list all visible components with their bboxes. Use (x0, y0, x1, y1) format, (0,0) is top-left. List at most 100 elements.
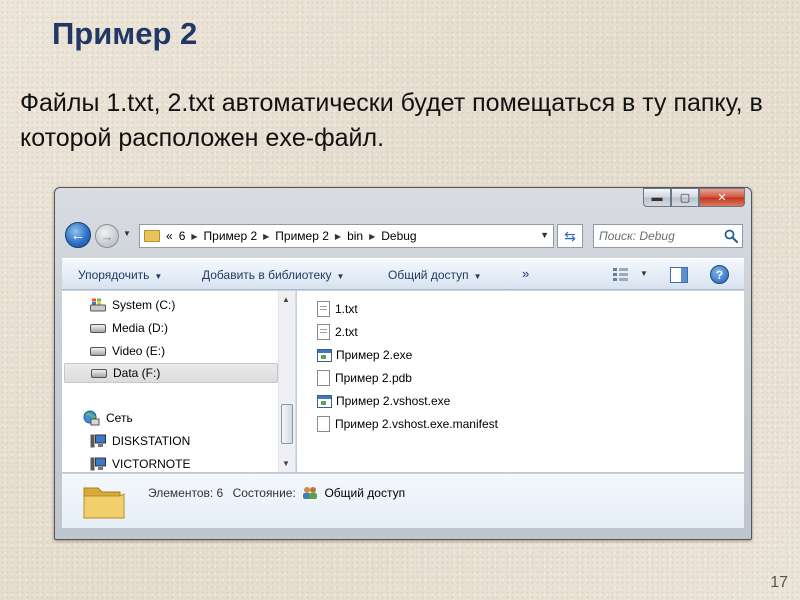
share-label: Общий доступ (388, 268, 469, 282)
breadcrumb-segment[interactable]: 6 (179, 229, 186, 243)
organize-button[interactable]: Упорядочить ▼ (78, 268, 162, 282)
window-controls: ▬ ▢ ✕ (643, 188, 745, 207)
breadcrumb-separator-icon[interactable]: ▶ (335, 232, 341, 241)
share-button[interactable]: Общий доступ ▼ (388, 268, 482, 282)
back-button[interactable]: ← (65, 222, 91, 248)
breadcrumb-segment[interactable]: Пример 2 (204, 229, 258, 243)
help-button[interactable]: ? (710, 265, 729, 284)
file-item[interactable]: Пример 2.vshost.exe (317, 391, 450, 411)
navigation-scrollbar[interactable]: ▲ ▼ (278, 291, 295, 472)
state-value: Общий доступ (324, 486, 406, 500)
details-pane: Элементов: 6 Состояние: Общий доступ (62, 473, 744, 528)
minimize-button[interactable]: ▬ (643, 188, 671, 207)
organize-label: Упорядочить (78, 268, 150, 282)
computer-icon (90, 434, 106, 448)
scroll-thumb[interactable] (281, 404, 293, 444)
details-summary: Элементов: 6 Состояние: Общий доступ (148, 486, 405, 500)
refresh-icon: ⇆ (564, 227, 576, 244)
address-dropdown-icon[interactable]: ▼ (540, 230, 549, 240)
file-name: Пример 2.vshost.exe (336, 394, 451, 408)
slide-title: Пример 2 (52, 16, 198, 51)
shared-users-icon (303, 487, 318, 499)
forward-button[interactable]: → (95, 224, 119, 248)
file-name: 1.txt (335, 302, 358, 316)
slide-text: Файлы 1.txt, 2.txt автоматически будет п… (20, 89, 763, 152)
page-number: 17 (770, 574, 788, 591)
address-row: ← → ▼ « 6 ▶ Пример 2 ▶ Пример 2 ▶ bin ▶ … (63, 220, 743, 250)
search-input[interactable]: Поиск: Debug (593, 224, 743, 248)
hard-drive-icon (90, 323, 106, 333)
executable-file-icon (317, 348, 332, 362)
arrow-right-icon: → (100, 228, 114, 244)
breadcrumb-separator-icon[interactable]: ▶ (369, 232, 375, 241)
hard-drive-icon (91, 368, 107, 378)
generic-file-icon (317, 416, 330, 432)
file-item[interactable]: 2.txt (317, 322, 358, 342)
preview-pane-button[interactable] (670, 267, 688, 283)
arrow-left-icon: ← (70, 226, 86, 244)
add-to-library-label: Добавить в библиотеку (202, 268, 332, 282)
scroll-up-icon[interactable]: ▲ (282, 295, 290, 304)
breadcrumb-separator-icon[interactable]: ▶ (263, 232, 269, 241)
search-placeholder: Поиск: Debug (599, 229, 675, 243)
executable-file-icon (317, 394, 332, 408)
windows-drive-icon (90, 298, 106, 312)
file-name: Пример 2.pdb (335, 371, 412, 385)
breadcrumb-segment[interactable]: Пример 2 (275, 229, 329, 243)
chevron-down-icon: ▼ (336, 272, 345, 281)
file-name: Пример 2.vshost.exe.manifest (335, 417, 498, 431)
nav-item-label: Сеть (106, 411, 133, 425)
breadcrumb-segment[interactable]: Debug (381, 229, 416, 243)
more-commands-button[interactable]: » (522, 266, 529, 281)
computer-icon (90, 457, 106, 471)
refresh-button[interactable]: ⇆ (557, 224, 583, 248)
file-item[interactable]: Пример 2.exe (317, 345, 412, 365)
file-item[interactable]: Пример 2.pdb (317, 368, 412, 388)
breadcrumb-segment[interactable]: bin (347, 229, 363, 243)
nav-item-video-drive[interactable]: Video (E:) (90, 341, 165, 361)
file-list: 1.txt 2.txt Пример 2.exe Пример 2.pdb Пр… (297, 291, 744, 472)
nav-item-diskstation[interactable]: DISKSTATION (90, 431, 190, 451)
file-item[interactable]: 1.txt (317, 299, 358, 319)
maximize-button[interactable]: ▢ (671, 188, 699, 207)
nav-item-label: Media (D:) (112, 321, 169, 335)
folder-icon (83, 487, 125, 519)
file-item[interactable]: Пример 2.vshost.exe.manifest (317, 414, 498, 434)
items-count: Элементов: 6 (148, 486, 224, 500)
nav-item-data-drive[interactable]: Data (F:) (64, 363, 278, 383)
question-icon: ? (715, 267, 724, 282)
address-bar[interactable]: « 6 ▶ Пример 2 ▶ Пример 2 ▶ bin ▶ Debug … (139, 224, 554, 248)
nav-item-victornote[interactable]: VICTORNOTE (90, 454, 190, 474)
nav-item-label: Video (E:) (112, 344, 166, 358)
command-bar: Упорядочить ▼ Добавить в библиотеку ▼ Общи… (62, 258, 744, 290)
explorer-window: ▬ ▢ ✕ ← → ▼ « 6 ▶ Пример 2 ▶ Пример 2 ▶ … (54, 187, 752, 540)
nav-item-label: VICTORNOTE (112, 457, 191, 471)
text-file-icon (317, 301, 330, 317)
view-dropdown-icon[interactable]: ▼ (640, 269, 648, 278)
text-file-icon (317, 324, 330, 340)
scroll-down-icon[interactable]: ▼ (282, 459, 290, 468)
nav-item-label: DISKSTATION (112, 434, 191, 448)
recent-pages-dropdown[interactable]: ▼ (123, 229, 131, 238)
breadcrumb-separator-icon[interactable]: ▶ (191, 232, 197, 241)
nav-item-label: System (C:) (112, 298, 176, 312)
hard-drive-icon (90, 346, 106, 356)
view-options-icon[interactable] (612, 266, 630, 282)
folder-icon (144, 230, 160, 242)
nav-item-network[interactable]: Сеть (82, 408, 133, 428)
close-button[interactable]: ✕ (699, 188, 745, 207)
generic-file-icon (317, 370, 330, 386)
navigation-pane: System (C:) Media (D:) Video (E:) Data (… (62, 291, 296, 472)
file-name: Пример 2.exe (336, 348, 413, 362)
breadcrumb-overflow[interactable]: « (166, 229, 173, 243)
nav-item-system-drive[interactable]: System (C:) (90, 295, 175, 315)
chevron-down-icon: ▼ (473, 272, 482, 281)
chevron-down-icon: ▼ (154, 272, 163, 281)
nav-item-label: Data (F:) (113, 366, 161, 380)
search-icon[interactable] (723, 228, 739, 244)
nav-item-media-drive[interactable]: Media (D:) (90, 318, 168, 338)
file-name: 2.txt (335, 325, 358, 339)
state-label: Состояние: (232, 486, 296, 500)
network-icon (83, 410, 100, 426)
add-to-library-button[interactable]: Добавить в библиотеку ▼ (202, 268, 344, 282)
